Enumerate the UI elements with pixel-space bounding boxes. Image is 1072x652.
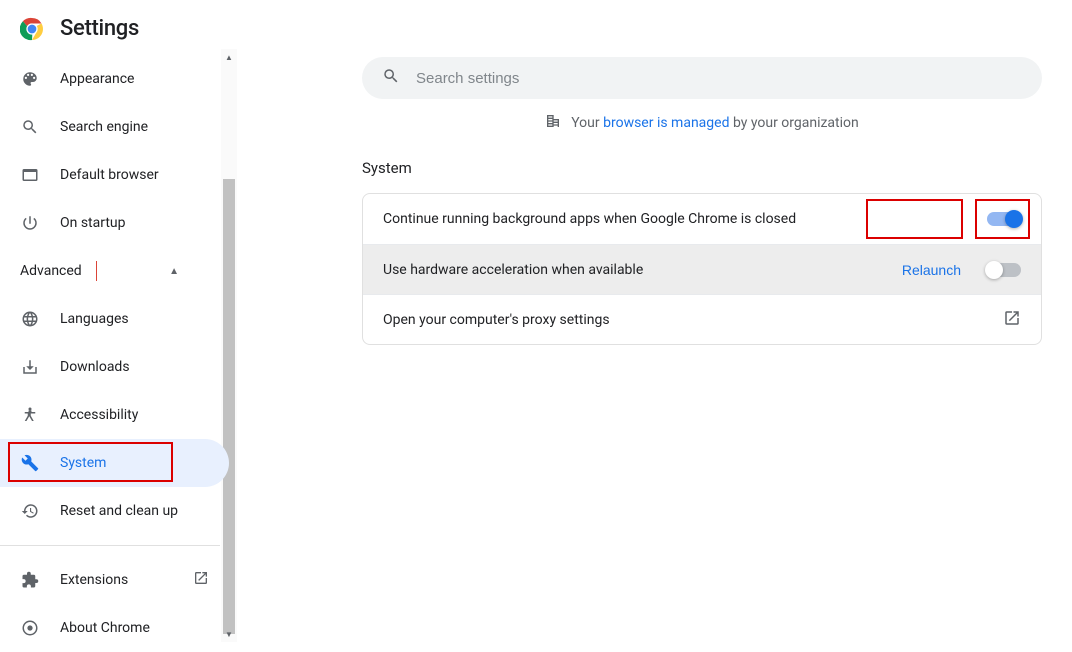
sidebar-item-label: Downloads bbox=[60, 359, 130, 375]
setting-label: Use hardware acceleration when available bbox=[383, 262, 888, 278]
toggle-background-apps[interactable] bbox=[987, 212, 1021, 226]
sidebar-item-label: Default browser bbox=[60, 167, 159, 183]
sidebar-advanced-label: Advanced bbox=[20, 263, 82, 279]
toggle-hardware-accel[interactable] bbox=[987, 263, 1021, 277]
advanced-marker bbox=[96, 261, 97, 281]
search-icon bbox=[382, 67, 400, 89]
main-content: Your browser is managed by your organiza… bbox=[237, 49, 1072, 642]
sidebar-divider bbox=[0, 545, 220, 546]
sidebar-item-label: Extensions bbox=[60, 572, 128, 588]
section-title: System bbox=[362, 159, 1042, 177]
external-link-icon bbox=[193, 570, 209, 590]
external-link-icon bbox=[1003, 309, 1021, 331]
search-icon bbox=[20, 118, 40, 136]
sidebar-item-label: About Chrome bbox=[60, 620, 150, 636]
managed-link[interactable]: browser is managed bbox=[603, 115, 729, 131]
sidebar-item-label: Reset and clean up bbox=[60, 503, 178, 519]
scroll-down-arrow-icon[interactable]: ▼ bbox=[223, 628, 235, 640]
sidebar-item-reset[interactable]: Reset and clean up bbox=[0, 487, 229, 535]
search-bar[interactable] bbox=[362, 57, 1042, 99]
scroll-up-arrow-icon[interactable]: ▲ bbox=[223, 51, 235, 63]
search-input[interactable] bbox=[416, 70, 1022, 87]
sidebar: ▲ ▼ Appearance Search engine De bbox=[0, 49, 237, 642]
sidebar-item-extensions[interactable]: Extensions bbox=[0, 556, 229, 604]
sidebar-item-on-startup[interactable]: On startup bbox=[0, 199, 229, 247]
setting-label: Continue running background apps when Go… bbox=[383, 211, 987, 227]
sidebar-item-search-engine[interactable]: Search engine bbox=[0, 103, 229, 151]
setting-row-proxy[interactable]: Open your computer's proxy settings bbox=[363, 294, 1041, 344]
sidebar-item-about-chrome[interactable]: About Chrome bbox=[0, 604, 229, 652]
header: Settings bbox=[0, 0, 1072, 49]
setting-label: Open your computer's proxy settings bbox=[383, 312, 1003, 328]
sidebar-advanced-toggle[interactable]: Advanced ▲ bbox=[0, 247, 229, 295]
sidebar-item-accessibility[interactable]: Accessibility bbox=[0, 391, 229, 439]
setting-row-background-apps[interactable]: Continue running background apps when Go… bbox=[363, 194, 1041, 244]
building-icon bbox=[545, 113, 561, 133]
managed-banner: Your browser is managed by your organiza… bbox=[362, 113, 1042, 133]
sidebar-item-label: Languages bbox=[60, 311, 129, 327]
chevron-up-icon: ▲ bbox=[169, 266, 179, 277]
settings-card: Continue running background apps when Go… bbox=[362, 193, 1042, 345]
scrollbar-track[interactable]: ▲ ▼ bbox=[221, 49, 237, 642]
managed-suffix: by your organization bbox=[729, 115, 858, 131]
restore-icon bbox=[20, 502, 40, 520]
wrench-icon bbox=[20, 454, 40, 472]
sidebar-item-downloads[interactable]: Downloads bbox=[0, 343, 229, 391]
sidebar-item-label: Appearance bbox=[60, 71, 134, 87]
sidebar-item-default-browser[interactable]: Default browser bbox=[0, 151, 229, 199]
globe-icon bbox=[20, 310, 40, 328]
extension-icon bbox=[20, 571, 40, 589]
scrollbar-thumb[interactable] bbox=[223, 179, 235, 634]
sidebar-item-label: On startup bbox=[60, 215, 126, 231]
sidebar-item-label: Search engine bbox=[60, 119, 148, 135]
relaunch-button[interactable]: Relaunch bbox=[888, 254, 975, 286]
download-icon bbox=[20, 358, 40, 376]
sidebar-item-label: System bbox=[60, 455, 106, 471]
sidebar-item-appearance[interactable]: Appearance bbox=[0, 55, 229, 103]
browser-icon bbox=[20, 166, 40, 184]
sidebar-item-languages[interactable]: Languages bbox=[0, 295, 229, 343]
sidebar-item-system[interactable]: System bbox=[0, 439, 229, 487]
sidebar-item-label: Accessibility bbox=[60, 407, 138, 423]
accessibility-icon bbox=[20, 406, 40, 424]
palette-icon bbox=[20, 70, 40, 88]
chrome-icon bbox=[20, 619, 40, 637]
chrome-logo-icon bbox=[20, 17, 44, 41]
managed-prefix: Your bbox=[571, 115, 603, 131]
page-title: Settings bbox=[60, 16, 139, 41]
power-icon bbox=[20, 214, 40, 232]
setting-row-hardware-accel[interactable]: Use hardware acceleration when available… bbox=[363, 244, 1041, 294]
